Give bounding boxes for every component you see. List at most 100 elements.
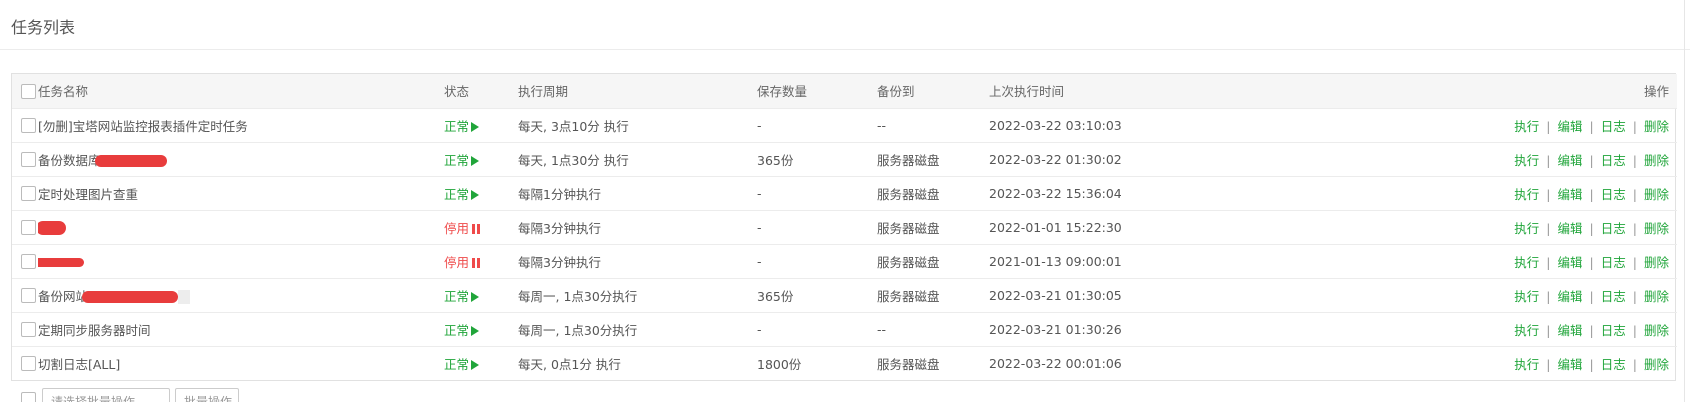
status-toggle[interactable]: 正常 (444, 356, 480, 372)
status-cell[interactable]: 正常 (444, 176, 518, 211)
status-toggle[interactable]: 正常 (444, 153, 480, 168)
log-link[interactable]: 日志 (1601, 289, 1626, 304)
log-link[interactable]: 日志 (1601, 255, 1626, 270)
status-toggle[interactable]: 停用 (444, 255, 481, 270)
redaction-mark (178, 290, 191, 304)
delete-link[interactable]: 删除 (1644, 357, 1669, 372)
status-toggle[interactable]: 正常 (444, 119, 480, 134)
last-run-cell: 2022-03-22 00:01:06 (989, 355, 1122, 371)
status-text: 停用 (444, 220, 470, 236)
status-cell[interactable]: 正常 (444, 278, 518, 313)
status-toggle[interactable]: 正常 (444, 187, 480, 202)
log-link[interactable]: 日志 (1601, 119, 1626, 134)
batch-action-button[interactable]: 批量操作 (175, 388, 239, 402)
run-link[interactable]: 执行 (1514, 221, 1539, 236)
ops-separator: | (1632, 288, 1637, 304)
column-header-cycle[interactable]: 执行周期 (518, 74, 757, 109)
log-link[interactable]: 日志 (1601, 153, 1626, 168)
table-row[interactable]: [勿删]宝塔网站监控报表插件定时任务 正常 每天, 3点10分 执行 - -- 2022-… (12, 108, 1677, 143)
delete-link[interactable]: 删除 (1644, 323, 1669, 338)
table-row[interactable]: 停用 每隔3分钟执行 - 服务器磁盘 2021-01-13 09:00:01 执行 | 编辑 |… (12, 244, 1677, 279)
column-header-name[interactable]: 任务名称 (38, 74, 444, 109)
row-checkbox[interactable] (21, 186, 36, 201)
status-toggle[interactable]: 停用 (444, 220, 481, 236)
edit-link[interactable]: 编辑 (1558, 289, 1583, 304)
delete-link[interactable]: 删除 (1644, 255, 1669, 270)
page-header: 任务列表 (0, 0, 1690, 50)
run-link[interactable]: 执行 (1514, 357, 1539, 372)
row-checkbox[interactable] (21, 152, 36, 167)
cycle-cell: 每天, 3点10分 执行 (518, 108, 757, 143)
ops-separator: | (1546, 322, 1551, 338)
ops-separator: | (1546, 118, 1551, 134)
last-run-cell: 2022-03-22 03:10:03 (989, 108, 1409, 143)
delete-link[interactable]: 删除 (1644, 221, 1669, 236)
play-icon (471, 121, 480, 132)
edit-link[interactable]: 编辑 (1558, 119, 1583, 134)
status-text: 正常 (444, 356, 470, 372)
run-link[interactable]: 执行 (1514, 119, 1539, 134)
log-link[interactable]: 日志 (1601, 323, 1626, 338)
ops-separator: | (1546, 186, 1551, 202)
status-toggle[interactable]: 正常 (444, 323, 480, 338)
edit-link[interactable]: 编辑 (1558, 153, 1583, 168)
last-run-cell: 2021-01-13 09:00:01 (989, 244, 1409, 279)
column-header-last-run[interactable]: 上次执行时间 (989, 74, 1409, 109)
edit-link[interactable]: 编辑 (1558, 357, 1583, 372)
status-cell[interactable]: 正常 (444, 142, 518, 177)
delete-link[interactable]: 删除 (1644, 187, 1669, 202)
run-link[interactable]: 执行 (1514, 187, 1539, 202)
column-header-save-count[interactable]: 保存数量 (757, 74, 877, 109)
redaction-mark (38, 257, 84, 267)
delete-link[interactable]: 删除 (1644, 289, 1669, 304)
column-header-status[interactable]: 状态 (444, 74, 518, 109)
ops-separator: | (1546, 356, 1551, 372)
run-link[interactable]: 执行 (1514, 153, 1539, 168)
row-checkbox[interactable] (21, 118, 36, 133)
status-cell[interactable]: 正常 (444, 346, 518, 380)
delete-link[interactable]: 删除 (1644, 153, 1669, 168)
table-row[interactable]: 切割日志[ALL] 正常 每天, 0点1分 执行 1800份 服务器磁盘 2022-03-… (12, 346, 1677, 380)
run-link[interactable]: 执行 (1514, 289, 1539, 304)
ops-separator: | (1546, 254, 1551, 270)
row-checkbox[interactable] (21, 288, 36, 303)
ops-separator: | (1589, 152, 1594, 168)
log-link[interactable]: 日志 (1601, 357, 1626, 372)
status-cell[interactable]: 正常 (444, 312, 518, 347)
row-checkbox[interactable] (21, 254, 36, 269)
delete-link[interactable]: 删除 (1644, 119, 1669, 134)
redaction-mark (94, 155, 167, 167)
row-checkbox[interactable] (21, 356, 36, 372)
table-row[interactable]: 备份数据库 正常 每天, 1点30分 执行 365份 服务器磁盘 2022-03-22 0… (12, 142, 1677, 177)
status-cell[interactable]: 停用 (444, 244, 518, 279)
run-link[interactable]: 执行 (1514, 255, 1539, 270)
cycle-cell: 每隔1分钟执行 (518, 176, 757, 211)
batch-action-select[interactable]: 请选择批量操作 (42, 388, 170, 402)
task-name-cell: 定时处理图片查重 (38, 176, 444, 211)
table-row[interactable]: 定期同步服务器时间 正常 每周一, 1点30分执行 - -- 2022-03-21 01:… (12, 312, 1677, 347)
status-cell[interactable]: 停用 (444, 210, 518, 245)
table-row[interactable]: 备份网站 正常 每周一, 1点30分执行 365份 服务器磁盘 2022-03-21 01… (12, 278, 1677, 313)
row-checkbox[interactable] (21, 322, 36, 337)
table-header-row: 任务名称 状态 执行周期 保存数量 备份到 上次执行时间 操作 (12, 74, 1677, 109)
status-cell[interactable]: 正常 (444, 108, 518, 143)
ops-separator: | (1632, 118, 1637, 134)
table-row[interactable]: 定时处理图片查重 正常 每隔1分钟执行 - 服务器磁盘 2022-03-22 15:36:… (12, 176, 1677, 211)
select-all-checkbox[interactable] (21, 83, 36, 99)
edit-link[interactable]: 编辑 (1558, 187, 1583, 202)
ops-separator: | (1546, 220, 1551, 236)
task-name-cell: 备份网站 (38, 278, 444, 313)
status-toggle[interactable]: 正常 (444, 289, 480, 304)
edit-link[interactable]: 编辑 (1558, 221, 1583, 236)
log-link[interactable]: 日志 (1601, 221, 1626, 236)
run-link[interactable]: 执行 (1514, 323, 1539, 338)
row-checkbox[interactable] (21, 220, 36, 235)
edit-link[interactable]: 编辑 (1558, 255, 1583, 270)
table-row[interactable]: 停用 每隔3分钟执行 - 服务器磁盘 2022-01-01 15:22:30 执行 | 编辑 |… (12, 210, 1677, 245)
column-header-backup-to[interactable]: 备份到 (877, 74, 989, 109)
footer-select-all-checkbox[interactable] (21, 392, 36, 402)
log-link[interactable]: 日志 (1601, 187, 1626, 202)
ops-separator: | (1589, 118, 1594, 134)
edit-link[interactable]: 编辑 (1558, 323, 1583, 338)
ops-cell: 执行 | 编辑 | 日志 | 删除 (1409, 312, 1677, 347)
